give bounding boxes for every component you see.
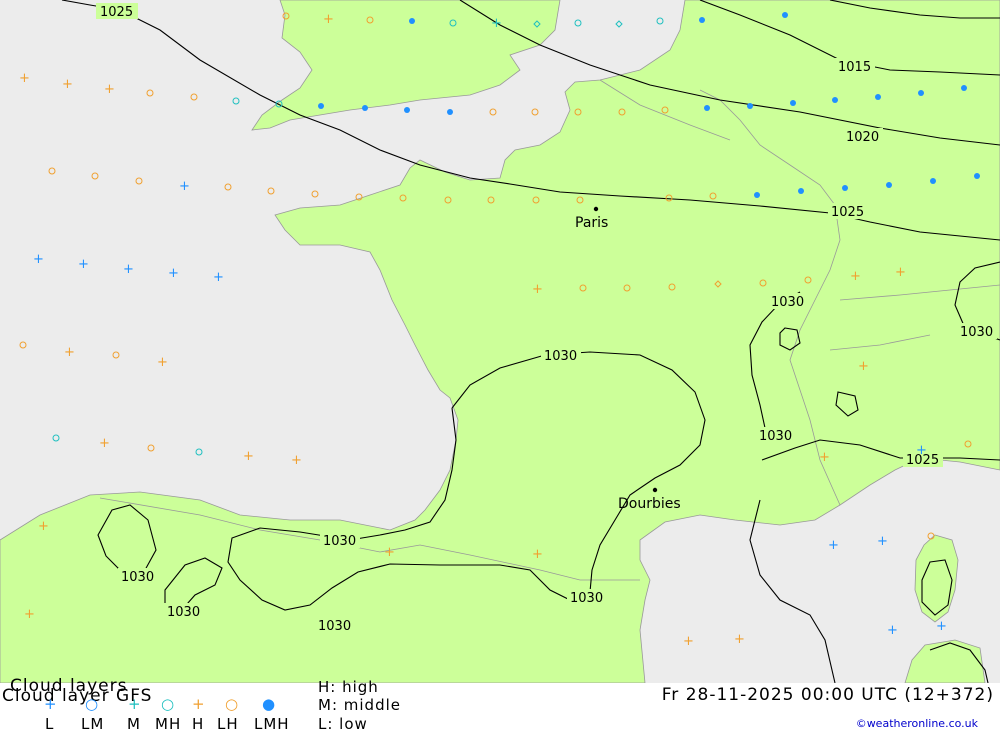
- svg-text:+: +: [62, 77, 73, 92]
- plus-icon: +: [44, 695, 57, 713]
- svg-text:+: +: [24, 607, 35, 622]
- forecast-datetime: Fr 28-11-2025 00:00 UTC (12+372): [661, 685, 994, 705]
- svg-text:+: +: [33, 252, 44, 267]
- svg-text:+: +: [104, 82, 115, 97]
- city-label-paris: Paris: [575, 215, 608, 231]
- svg-text:+: +: [243, 449, 254, 464]
- svg-text:+: +: [384, 545, 395, 560]
- key-high: H: high: [318, 678, 379, 696]
- svg-text:+: +: [683, 634, 694, 649]
- svg-text:+: +: [38, 519, 49, 534]
- isobar-label: 1015: [838, 60, 871, 75]
- key-low: L: low: [318, 715, 368, 733]
- circle-icon: ○: [225, 695, 239, 713]
- svg-text:+: +: [213, 270, 224, 285]
- svg-text:+: +: [291, 453, 302, 468]
- legend-label-l: L: [45, 715, 55, 733]
- circle-icon: ○: [85, 695, 99, 713]
- svg-text:+: +: [323, 12, 334, 27]
- isobar-label: 1030: [759, 429, 792, 444]
- legend-label-mh: MH: [155, 715, 182, 733]
- city-label-dourbies: Dourbies: [618, 496, 681, 512]
- isobar-label: 1030: [544, 349, 577, 364]
- isobar-label: 1025: [100, 5, 133, 20]
- legend-label-lh: LH: [217, 715, 239, 733]
- svg-text:+: +: [850, 269, 861, 284]
- plus-icon: +: [128, 695, 141, 713]
- svg-text:+: +: [532, 547, 543, 562]
- key-middle: M: middle: [318, 696, 401, 714]
- svg-text:+: +: [828, 538, 839, 553]
- svg-text:+: +: [858, 359, 869, 374]
- svg-text:+: +: [179, 179, 190, 194]
- svg-text:+: +: [78, 257, 89, 272]
- svg-text:+: +: [99, 436, 110, 451]
- svg-text:+: +: [64, 345, 75, 360]
- weather-map: 1025 1015 1020 1025 1030 1030 1030 1030 …: [0, 0, 1000, 683]
- legend-label-h: H: [192, 715, 205, 733]
- legend-footer: Cloud layers Cloud layer GFS + ○ + ○ + ○…: [0, 676, 1000, 733]
- svg-text:+: +: [157, 355, 168, 370]
- isobar-label: 1020: [846, 130, 879, 145]
- svg-text:+: +: [936, 619, 947, 634]
- isobar-label: 1030: [771, 295, 804, 310]
- isobar-label: 1030: [167, 605, 200, 620]
- dot-icon: ●: [262, 695, 276, 713]
- legend-label-lmh: LMH: [254, 715, 290, 733]
- svg-text:+: +: [19, 71, 30, 86]
- svg-text:+: +: [734, 632, 745, 647]
- legend-label-m: M: [127, 715, 141, 733]
- svg-text:+: +: [819, 450, 830, 465]
- city-dot-paris: [593, 206, 599, 212]
- svg-text:+: +: [491, 16, 502, 31]
- svg-text:+: +: [168, 266, 179, 281]
- svg-text:+: +: [123, 262, 134, 277]
- svg-text:+: +: [877, 534, 888, 549]
- isobar-label: 1030: [960, 325, 993, 340]
- svg-text:+: +: [532, 282, 543, 297]
- isobar-label: 1025: [831, 205, 864, 220]
- city-dot-dourbies: [652, 487, 658, 493]
- isobar-label: 1030: [318, 619, 351, 634]
- isobar-label: 1030: [570, 591, 603, 606]
- legend-label-lm: LM: [81, 715, 105, 733]
- svg-text:+: +: [895, 265, 906, 280]
- isobar-label: 1030: [323, 534, 356, 549]
- credit-link[interactable]: ©weatheronline.co.uk: [856, 717, 978, 730]
- circle-icon: ○: [161, 695, 175, 713]
- plus-icon: +: [192, 695, 205, 713]
- svg-text:+: +: [887, 623, 898, 638]
- isobar-label: 1030: [121, 570, 154, 585]
- svg-text:+: +: [916, 443, 927, 458]
